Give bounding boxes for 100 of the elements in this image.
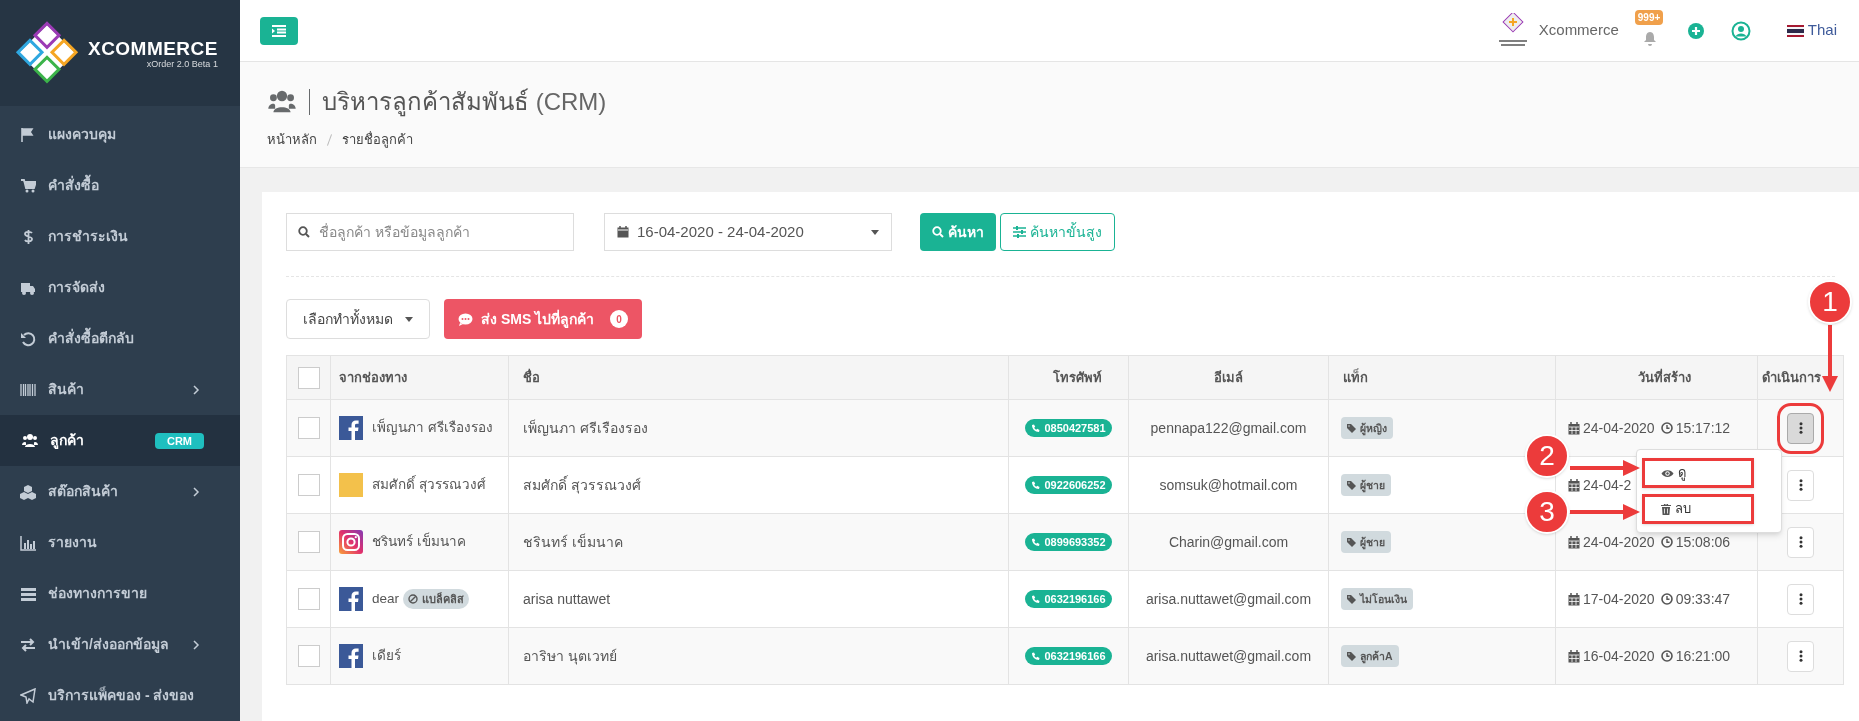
send-sms-button[interactable]: ส่ง SMS ไปที่ลูกค้า 0 bbox=[444, 299, 643, 339]
created-time: 15:17:12 bbox=[1675, 418, 1731, 438]
email: somsuk@hotmail.com bbox=[1159, 476, 1298, 493]
email: pennapa122@gmail.com bbox=[1150, 419, 1307, 436]
breadcrumb-current: รายชื่อลูกค้า bbox=[342, 130, 413, 150]
eye-icon bbox=[1661, 468, 1674, 478]
sidebar-item[interactable]: แผงควบคุม bbox=[0, 109, 240, 160]
language-link[interactable]: Thai bbox=[1807, 19, 1837, 42]
email: Charin@gmail.com bbox=[1168, 533, 1289, 550]
phone-icon bbox=[1031, 480, 1041, 490]
tag-icon bbox=[1347, 480, 1356, 490]
tag-label: ลูกค้าA bbox=[1341, 645, 1399, 667]
phone-badge: 0850427581 bbox=[1025, 419, 1112, 437]
customer-name: อาริษา นุตเวทย์ bbox=[523, 647, 617, 664]
sliders-icon bbox=[1013, 226, 1026, 238]
column-header: โทรศัพท์ bbox=[1053, 369, 1102, 385]
sidebar-item-label: สินค้า bbox=[48, 380, 85, 399]
blacklist-badge: แบล็คลิส bbox=[403, 589, 470, 609]
email: arisa.nuttawet@gmail.com bbox=[1145, 590, 1312, 607]
channel-name: เพ็ญนภา ศรีเรืองรอง bbox=[372, 417, 493, 437]
bell-icon bbox=[1642, 30, 1657, 46]
column-header: ดำเนินการ bbox=[1762, 369, 1821, 385]
phone-icon bbox=[1031, 423, 1041, 433]
column-header: อีเมล์ bbox=[1214, 369, 1243, 385]
sidebar-item[interactable]: นำเข้า/ส่งออกข้อมูล bbox=[0, 619, 240, 670]
clock-icon bbox=[1660, 650, 1673, 662]
phone-icon bbox=[1031, 537, 1041, 547]
created-date: 17-04-2020 bbox=[1583, 589, 1655, 609]
sidebar-item-label: คำสั่งซื้อ bbox=[48, 175, 220, 196]
created-date: 24-04-2020 bbox=[1583, 418, 1655, 438]
row-checkbox[interactable] bbox=[297, 474, 320, 496]
more-vertical-icon bbox=[1798, 593, 1803, 605]
sidebar-item[interactable]: รายงาน bbox=[0, 517, 240, 568]
email: arisa.nuttawet@gmail.com bbox=[1145, 647, 1312, 664]
caret-down-icon bbox=[871, 229, 879, 235]
bulk-action-dropdown[interactable]: เลือกทำทั้งหมด bbox=[286, 299, 430, 339]
created-date: 16-04-2020 bbox=[1583, 646, 1655, 666]
barcode-icon bbox=[20, 381, 36, 398]
row-checkbox[interactable] bbox=[297, 531, 320, 553]
tag-label: ไม่โอนเงิน bbox=[1341, 588, 1413, 610]
customer-name: ชรินทร์ เข็มนาค bbox=[523, 533, 623, 550]
tag-icon bbox=[1347, 594, 1356, 604]
search-icon bbox=[298, 226, 310, 238]
menu-icon bbox=[271, 24, 287, 37]
date-range-picker[interactable]: 16-04-2020 - 24-04-2020 bbox=[604, 213, 892, 251]
sidebar-item[interactable]: คำสั่งซื้อตีกลับ bbox=[0, 313, 240, 364]
sidebar-item[interactable]: ลูกค้า CRM bbox=[0, 415, 240, 466]
row-checkbox[interactable] bbox=[297, 588, 320, 610]
brand-name: Xcommerce bbox=[1538, 20, 1619, 41]
sidebar-item[interactable]: บริการแพ็คของ - ส่งของ bbox=[0, 670, 240, 721]
created-time: 09:33:47 bbox=[1675, 589, 1731, 609]
tag-icon bbox=[1347, 537, 1356, 547]
cubes-icon bbox=[20, 483, 36, 500]
cart-icon bbox=[20, 177, 36, 194]
calendar-icon bbox=[1568, 649, 1580, 663]
undo-icon bbox=[20, 330, 36, 347]
phone-icon bbox=[1031, 594, 1041, 604]
clock-icon bbox=[1660, 536, 1673, 548]
trash-icon bbox=[1661, 503, 1671, 515]
menu-toggle-button[interactable] bbox=[260, 16, 298, 45]
phone-icon bbox=[1031, 651, 1041, 661]
sidebar-item[interactable]: สินค้า bbox=[0, 364, 240, 415]
more-vertical-icon bbox=[1798, 650, 1803, 662]
sidebar-item[interactable]: สต๊อกสินค้า bbox=[0, 466, 240, 517]
breadcrumb-link[interactable]: หน้าหลัก bbox=[267, 130, 317, 150]
sidebar-item-label: บริการแพ็คของ - ส่งของ bbox=[48, 685, 196, 705]
customer-name: arisa nuttawet bbox=[523, 590, 611, 607]
page-title: บริหารลูกค้าสัมพันธ์ (CRM) bbox=[322, 87, 607, 119]
column-header: แท็ก bbox=[1343, 369, 1368, 385]
facebook-icon bbox=[339, 416, 363, 440]
column-header: ชื่อ bbox=[523, 369, 540, 385]
flag-icon bbox=[20, 126, 36, 143]
callout-arrow bbox=[1570, 460, 1640, 476]
row-checkbox[interactable] bbox=[297, 417, 320, 439]
select-all-checkbox[interactable] bbox=[297, 366, 320, 389]
created-date: 24-04-2 bbox=[1583, 475, 1632, 495]
sidebar-item[interactable]: ช่องทางการขาย bbox=[0, 568, 240, 619]
ban-icon bbox=[408, 594, 419, 604]
sidebar-item-label: รายงาน bbox=[48, 533, 98, 552]
phone-badge: 0899693352 bbox=[1025, 533, 1112, 551]
sidebar-item-label: นำเข้า/ส่งออกข้อมูล bbox=[48, 635, 170, 655]
dropdown-menu-item[interactable]: ลบ bbox=[1642, 494, 1754, 524]
more-vertical-icon bbox=[1798, 536, 1803, 548]
camera-icon bbox=[339, 530, 363, 554]
sidebar-item-label: ลูกค้า bbox=[50, 431, 85, 451]
dropdown-menu-item[interactable]: ดู bbox=[1642, 458, 1754, 488]
sidebar-item[interactable]: คำสั่งซื้อ bbox=[0, 160, 240, 211]
callout-arrow bbox=[1570, 504, 1640, 520]
row-checkbox[interactable] bbox=[297, 645, 320, 667]
search-icon bbox=[932, 226, 944, 238]
phone-badge: 0632196166 bbox=[1025, 647, 1112, 665]
more-vertical-icon bbox=[1798, 422, 1803, 434]
calendar-icon bbox=[1568, 535, 1580, 549]
channel-name: เดียร์ bbox=[372, 646, 401, 665]
sidebar-item[interactable]: การชำระเงิน bbox=[0, 211, 240, 262]
phone-badge: 0632196166 bbox=[1025, 590, 1112, 608]
sidebar-item[interactable]: การจัดส่ง bbox=[0, 262, 240, 313]
facebook-icon bbox=[339, 644, 363, 668]
search-field[interactable]: ชื่อลูกค้า หรือข้อมูลลูกค้า bbox=[286, 213, 574, 251]
tag-icon bbox=[1347, 651, 1356, 661]
